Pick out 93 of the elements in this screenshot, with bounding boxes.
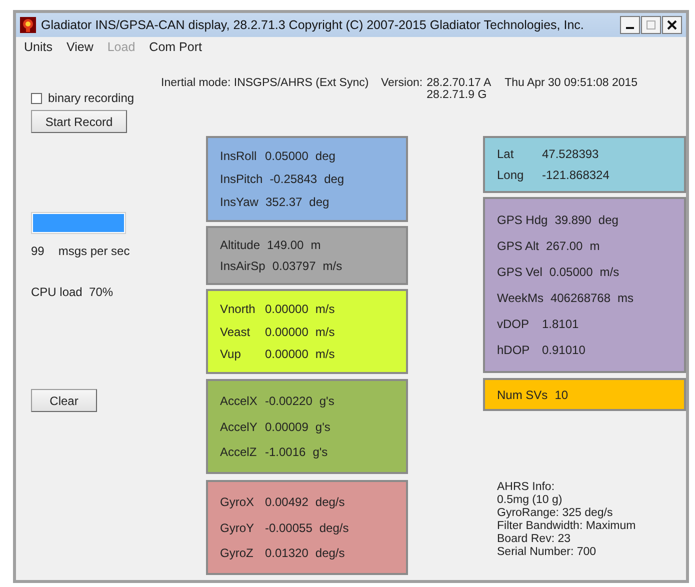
close-button[interactable] xyxy=(662,16,682,34)
info-line: 0.5mg (10 g) xyxy=(497,494,564,507)
unit-label: deg xyxy=(315,149,336,163)
field-value: 267.00 xyxy=(546,239,583,253)
field-label: Vnorth xyxy=(220,302,256,316)
field-value: -0.25843 xyxy=(270,172,318,186)
field-label: Lat xyxy=(497,147,515,161)
field-label: AccelX xyxy=(220,394,258,408)
unit-label: m xyxy=(310,238,321,252)
unit-label: deg/s xyxy=(315,495,345,510)
field-label: InsAirSp xyxy=(220,259,266,274)
field-value: 0.00000 xyxy=(265,324,308,338)
version-label: Version: xyxy=(381,77,423,91)
unit-label: g's xyxy=(312,444,328,459)
field-value: 1.8101 xyxy=(542,317,579,331)
minimize-icon xyxy=(626,27,634,29)
app-logo-icon xyxy=(20,17,36,33)
maximize-icon xyxy=(646,20,656,30)
field-value: -121.868324 xyxy=(542,168,610,182)
field-label: InsPitch xyxy=(220,172,263,186)
unit-label: m/s xyxy=(315,324,335,338)
unit-label: m/s xyxy=(600,265,620,279)
field-label: InsRoll xyxy=(220,149,258,163)
info-line: Board Rev: 23 xyxy=(497,533,572,546)
info-line: AHRS Info: xyxy=(497,481,556,494)
unit-label: g's xyxy=(315,420,330,434)
field-value: 0.03797 xyxy=(272,259,316,274)
field-label: AccelY xyxy=(220,420,258,434)
unit-label: deg/s xyxy=(315,546,345,560)
unit-label: deg/s xyxy=(319,520,349,534)
field-label: GPS Alt xyxy=(497,239,540,253)
unit-label: g's xyxy=(319,394,334,408)
version-number: 28.2.71.9 G xyxy=(426,89,488,101)
field-value: 0.01320 xyxy=(265,546,308,560)
field-value: -0.00220 xyxy=(265,394,312,408)
info-line: GyroRange: 325 deg/s xyxy=(497,507,614,520)
field-label: vDOP xyxy=(497,317,530,331)
maximize-button[interactable] xyxy=(641,16,661,34)
minimize-button[interactable] xyxy=(620,16,640,34)
unit-label: m/s xyxy=(315,347,335,362)
field-value: 0.00000 xyxy=(265,302,308,316)
field-value: 0.00000 xyxy=(265,347,308,362)
unit-label: m/s xyxy=(315,302,335,316)
field-value: -1.0016 xyxy=(265,444,306,459)
unit-label: m xyxy=(590,239,600,253)
checkbox[interactable] xyxy=(31,92,42,104)
unit-label: ms xyxy=(618,291,634,305)
timestamp: Thu Apr 30 09:51:08 2015 xyxy=(504,77,638,91)
clear-button[interactable]: Clear xyxy=(31,389,97,412)
field-value: 0.91010 xyxy=(542,343,586,357)
info-line: Serial Number: 700 xyxy=(497,546,598,559)
info-line: Filter Bandwidth: Maximum xyxy=(497,520,637,533)
cpu-load: CPU load 70% xyxy=(31,285,114,299)
field-value: 39.890 xyxy=(554,213,592,227)
field-label: GyroZ xyxy=(220,546,254,560)
field-label: hDOP xyxy=(497,343,531,357)
unit-label: m/s xyxy=(322,259,342,274)
field-label: GyroX xyxy=(220,495,256,510)
field-label: Vup xyxy=(220,347,242,362)
unit-label: deg xyxy=(324,172,344,186)
version-number: 28.2.70.17 A xyxy=(426,77,492,89)
field-label: Veast xyxy=(220,324,252,338)
menu-item[interactable]: Com Port xyxy=(149,40,202,56)
window-title: Gladiator INS/GPSA-CAN display, 28.2.71.3 Copyright (C) 2007-2015 Gladiator Technologies, Inc. xyxy=(41,18,585,32)
field-value: 0.05000 xyxy=(549,265,593,279)
field-value: 0.00492 xyxy=(265,495,308,510)
field-label: Long xyxy=(497,168,525,182)
field-label: GPS Vel xyxy=(497,265,542,279)
inertial-mode: Inertial mode: INSGPS/AHRS (Ext Sync) xyxy=(161,77,370,91)
field-value: 149.00 xyxy=(267,238,304,252)
field-label: AccelZ xyxy=(220,444,258,459)
menu-item[interactable]: View xyxy=(66,40,94,56)
field-value: 352.37 xyxy=(265,195,302,209)
unit-label: deg xyxy=(598,213,618,227)
field-label: InsYaw xyxy=(220,195,258,209)
field-label: Num SVs xyxy=(497,388,548,402)
menu-item[interactable]: Units xyxy=(24,40,52,56)
field-label: Altitude xyxy=(220,238,260,252)
field-value: 0.05000 xyxy=(265,149,308,163)
field-value: 0.00009 xyxy=(265,420,308,434)
field-value: 406268768 xyxy=(550,291,611,305)
start-record-button[interactable]: Start Record xyxy=(31,110,127,133)
field-value: 47.528393 xyxy=(542,147,599,161)
field-value: -0.00055 xyxy=(265,520,312,534)
close-icon xyxy=(667,20,677,30)
unit-label: deg xyxy=(309,195,330,209)
checkbox-label: binary recording xyxy=(48,91,134,105)
message-count: 99 xyxy=(31,244,44,258)
message-rate-label: msgs per sec xyxy=(58,244,130,258)
field-label: WeekMs xyxy=(497,291,544,305)
field-label: GPS Hdg xyxy=(497,213,548,227)
field-label: GyroY xyxy=(220,520,256,534)
field-value: 10 xyxy=(554,388,568,402)
